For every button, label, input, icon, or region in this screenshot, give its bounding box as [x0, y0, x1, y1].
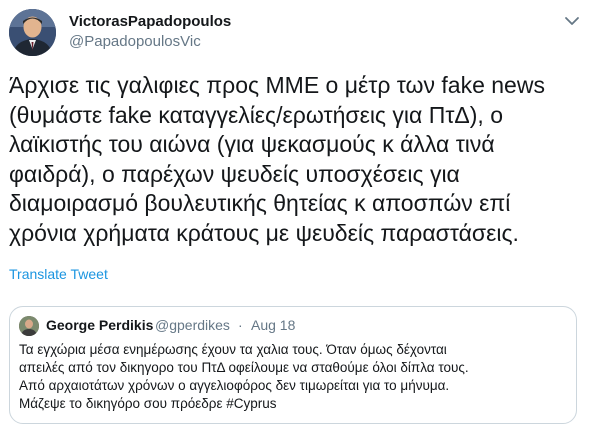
translate-tweet-link[interactable]: Translate Tweet [9, 266, 108, 282]
quoted-tweet-text: Τα εγχώρια μέσα ενημέρωσης έχουν τα χαλι… [19, 341, 571, 413]
quoted-avatar-photo [19, 316, 39, 336]
quoted-author-handle[interactable]: @gperdikes [155, 317, 230, 333]
quoted-author-name[interactable]: George Perdikis [46, 317, 153, 333]
author-display-name[interactable]: VictorasPapadopoulos [69, 13, 231, 30]
quoted-separator: · [238, 317, 243, 333]
quoted-author-avatar[interactable] [19, 316, 39, 336]
tweet-text-line: λαϊκιστής του αιώνα (για ψεκασμούς κ άλλ… [9, 131, 495, 157]
quoted-text-line: Τα εγχώρια μέσα ενημέρωσης έχουν τα χαλι… [19, 342, 447, 357]
tweet-text-line: χρόνια χρήματα κράτους με ψευδείς παραστ… [9, 219, 519, 246]
quoted-text-line: απειλές από τον δικηγορο του ΠτΔ οφείλου… [19, 360, 469, 375]
quoted-tweet-card[interactable]: George Perdikis @gperdikes · Aug 18 Τα ε… [9, 306, 577, 424]
avatar-photo [9, 9, 56, 56]
tweet-text-line: διαμοιρασμό βουλευτικής θητείας κ αποσπώ… [9, 190, 511, 216]
tweet-text-line: Άρχισε τις γαλιφιες προς ΜΜΕ ο μέτρ των … [9, 72, 545, 98]
tweet: VictorasPapadopoulos @PapadopoulosVic Άρ… [0, 0, 591, 433]
tweet-text: Άρχισε τις γαλιφιες προς ΜΜΕ ο μέτρ των … [9, 71, 584, 248]
tweet-text-line: (θυμάστε fake καταγγελίες/ερωτήσεις για … [9, 101, 503, 128]
quoted-text-line: Μάζεψε το δικηγόρο σου πρόεδρε #Cyprus [19, 396, 277, 411]
tweet-text-line: φαιδρά), ο παρέχων ψευδείς υποσχέσεις γι… [9, 160, 460, 187]
author-handle[interactable]: @PapadopoulosVic [69, 33, 201, 50]
quoted-date[interactable]: Aug 18 [251, 317, 295, 333]
quoted-text-line: Από αρχαιοτάτων χρόνων ο αγγελιοφόρος δε… [19, 378, 450, 393]
author-avatar[interactable] [9, 9, 56, 56]
chevron-down-icon[interactable] [564, 14, 580, 26]
